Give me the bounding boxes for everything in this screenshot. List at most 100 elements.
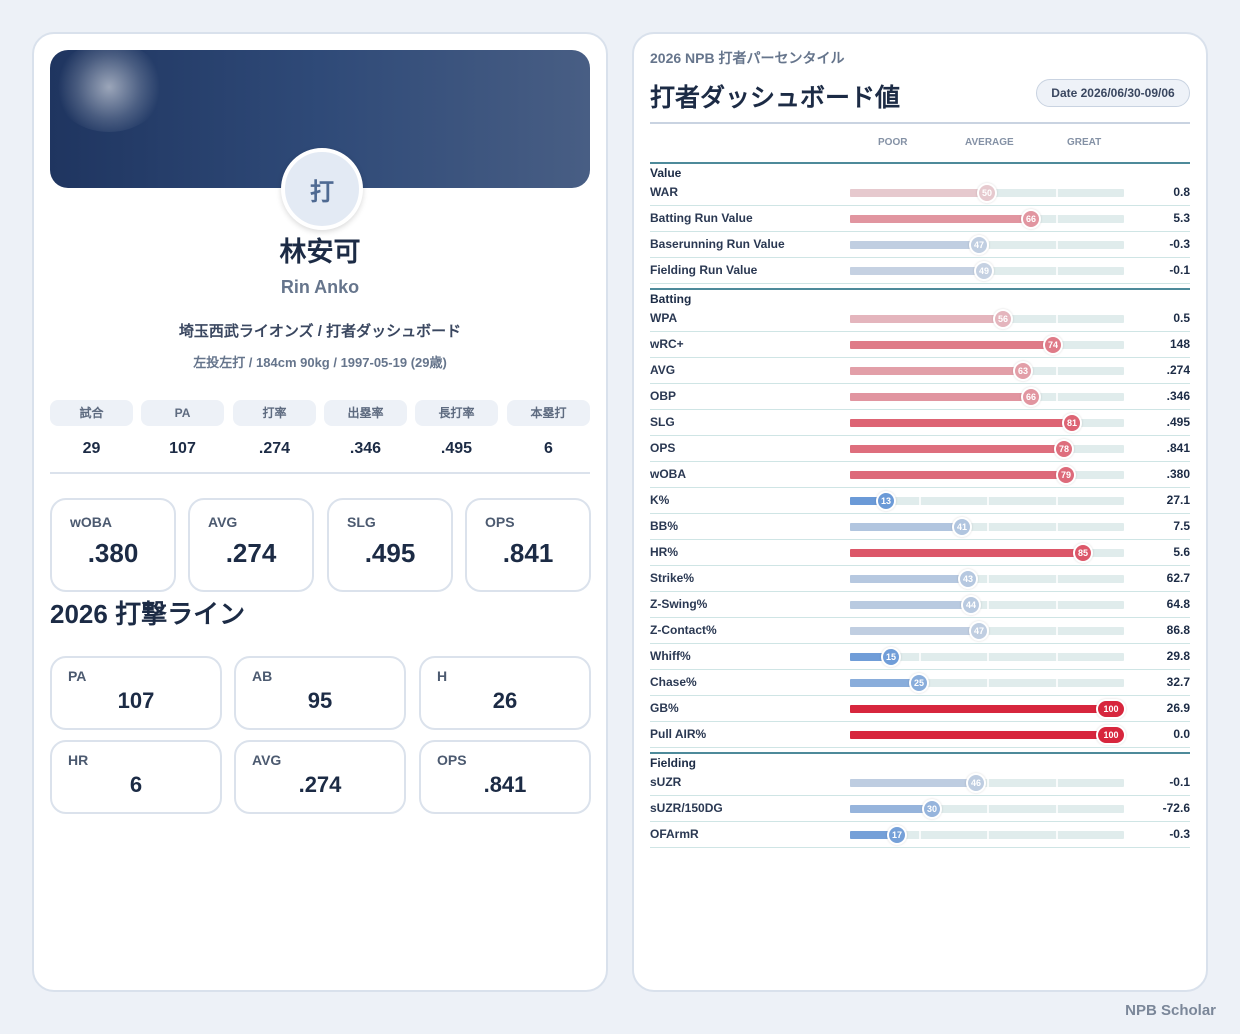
track-tick	[1056, 267, 1058, 275]
percentile-row[interactable]: wRC+ 74 148	[650, 332, 1190, 358]
percentile-badge: 100	[1096, 699, 1126, 719]
scale-poor-label: POOR	[878, 137, 908, 148]
metric-label: wRC+	[650, 337, 684, 351]
track-tick	[987, 523, 989, 531]
metric-value: 7.5	[1173, 519, 1190, 533]
track-tick	[987, 805, 989, 813]
metric-value: 32.7	[1166, 675, 1190, 689]
percentile-row[interactable]: BB% 41 7.5	[650, 514, 1190, 540]
section-label-batting: Batting	[650, 292, 692, 306]
percentile-fill	[850, 471, 1066, 479]
percentile-fill	[850, 575, 968, 583]
metric-value: -0.3	[1169, 827, 1190, 841]
player-profile-card: 打 林安可 Rin Anko 埼玉西武ライオンズ / 打者ダッシュボード 左投左…	[32, 32, 608, 992]
key-stat-label: wOBA	[70, 514, 112, 530]
batting-line-h: H 26	[419, 656, 591, 730]
metric-label: Strike%	[650, 571, 695, 585]
percentile-row[interactable]: wOBA 79 .380	[650, 462, 1190, 488]
percentile-badge: 74	[1043, 335, 1063, 355]
percentile-badge: 100	[1096, 725, 1126, 745]
percentile-row[interactable]: Baserunning Run Value 47 -0.3	[650, 232, 1190, 258]
percentile-row[interactable]: OFArmR 17 -0.3	[650, 822, 1190, 848]
key-stat-value: .495	[364, 538, 416, 568]
percentile-track: 81	[850, 413, 1124, 433]
percentile-row[interactable]: K% 13 27.1	[650, 488, 1190, 514]
percentile-row[interactable]: HR% 85 5.6	[650, 540, 1190, 566]
metric-label: HR%	[650, 545, 679, 559]
percentile-row[interactable]: Strike% 43 62.7	[650, 566, 1190, 592]
percentile-track: 79	[850, 465, 1124, 485]
percentile-badge: 49	[974, 261, 994, 281]
summary-label: 打率	[233, 400, 316, 426]
percentile-row[interactable]: WPA 56 0.5	[650, 306, 1190, 332]
percentile-row[interactable]: GB% 100 26.9	[650, 696, 1190, 722]
percentile-row[interactable]: OPS 78 .841	[650, 436, 1190, 462]
track-tick	[987, 679, 989, 687]
percentile-row[interactable]: Fielding Run Value 49 -0.1	[650, 258, 1190, 284]
percentile-track: 41	[850, 517, 1124, 537]
summary-pa: PA 107	[141, 400, 224, 458]
percentile-fill	[850, 731, 1124, 739]
track-tick	[919, 497, 921, 505]
percentile-badge: 81	[1062, 413, 1082, 433]
percentile-track: 66	[850, 387, 1124, 407]
summary-label: 出塁率	[324, 400, 407, 426]
section-divider	[650, 162, 1190, 164]
section-divider	[650, 752, 1190, 754]
percentile-track: 100	[850, 699, 1126, 719]
key-stat-value: .380	[87, 538, 139, 568]
track-tick	[1056, 831, 1058, 839]
percentile-track: 15	[850, 647, 1124, 667]
track-tick	[1056, 315, 1058, 323]
date-range-pill[interactable]: Date 2026/06/30-09/06	[1036, 79, 1190, 107]
percentile-row[interactable]: sUZR/150DG 30 -72.6	[650, 796, 1190, 822]
percentile-row[interactable]: sUZR 46 -0.1	[650, 770, 1190, 796]
metric-value: 148	[1169, 337, 1190, 351]
percentile-row[interactable]: AVG 63 .274	[650, 358, 1190, 384]
percentile-fill	[850, 779, 976, 787]
metric-value: 5.3	[1173, 211, 1190, 225]
metric-value: .274	[1166, 363, 1190, 377]
percentile-row[interactable]: Z-Swing% 44 64.8	[650, 592, 1190, 618]
key-stat-woba: wOBA .380	[50, 498, 176, 592]
metric-value: 5.6	[1173, 545, 1190, 559]
batting-line-value: 107	[117, 688, 155, 713]
track-tick	[919, 653, 921, 661]
summary-label: 試合	[50, 400, 133, 426]
percentile-row[interactable]: Whiff% 15 29.8	[650, 644, 1190, 670]
key-stat-value: .274	[225, 538, 277, 568]
percentile-row[interactable]: Chase% 25 32.7	[650, 670, 1190, 696]
summary-label: 本塁打	[507, 400, 590, 426]
percentile-badge: 41	[952, 517, 972, 537]
percentile-track: 78	[850, 439, 1124, 459]
percentile-row[interactable]: Pull AIR% 100 0.0	[650, 722, 1190, 748]
percentile-track: 66	[850, 209, 1124, 229]
track-tick	[1056, 601, 1058, 609]
percentile-fill	[850, 215, 1031, 223]
track-tick	[1056, 497, 1058, 505]
key-stat-slg: SLG .495	[327, 498, 453, 592]
section-divider	[650, 288, 1190, 290]
batting-line-value: .841	[483, 772, 527, 797]
batting-line-label: H	[437, 668, 448, 684]
metric-value: 64.8	[1166, 597, 1190, 611]
percentile-badge: 46	[966, 773, 986, 793]
percentile-track: 25	[850, 673, 1124, 693]
percentile-row[interactable]: Z-Contact% 47 86.8	[650, 618, 1190, 644]
percentile-row[interactable]: SLG 81 .495	[650, 410, 1190, 436]
header-divider	[650, 122, 1190, 124]
percentile-row[interactable]: WAR 50 0.8	[650, 180, 1190, 206]
track-tick	[1056, 367, 1058, 375]
track-tick	[1056, 653, 1058, 661]
summary-value: .274	[258, 440, 291, 457]
percentile-track: 100	[850, 725, 1126, 745]
summary-value: 107	[169, 440, 196, 457]
percentile-badge: 25	[909, 673, 929, 693]
track-tick	[1056, 805, 1058, 813]
scale-great-label: GREAT	[1067, 137, 1102, 148]
metric-value: .346	[1166, 389, 1190, 403]
percentile-row[interactable]: Batting Run Value 66 5.3	[650, 206, 1190, 232]
percentile-row[interactable]: OBP 66 .346	[650, 384, 1190, 410]
summary-value: 29	[82, 440, 101, 457]
batting-line-value: 6	[129, 772, 143, 797]
